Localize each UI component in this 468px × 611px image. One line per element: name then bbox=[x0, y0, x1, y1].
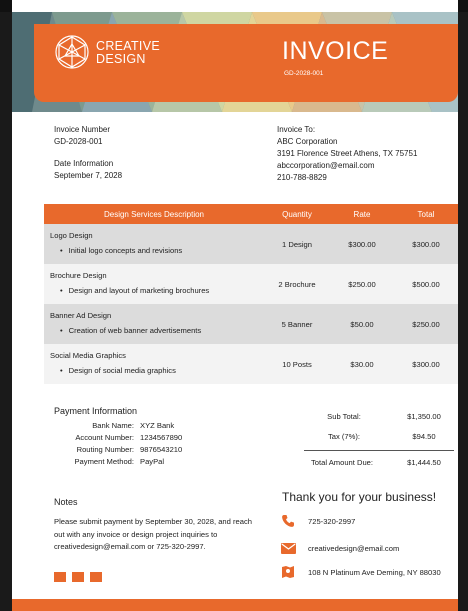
table-row: Social Media Graphics Design of social m… bbox=[44, 344, 458, 384]
contact-email: creativedesign@email.com bbox=[280, 541, 399, 555]
map-pin-icon bbox=[280, 565, 296, 579]
tax-row: Tax (7%): $94.50 bbox=[304, 426, 454, 446]
invoice-page: CREATIVE DESIGN INVOICE GD-2028-001 Invo… bbox=[12, 0, 458, 611]
header-rate: Rate bbox=[330, 204, 394, 224]
header-total: Total bbox=[394, 204, 458, 224]
payment-info-grid: Bank Name: XYZ Bank Account Number: 1234… bbox=[54, 420, 182, 468]
summary-divider bbox=[304, 450, 454, 451]
row-detail: Design of social media graphics bbox=[50, 366, 258, 375]
table-row: Banner Ad Design Creation of web banner … bbox=[44, 304, 458, 344]
payment-method-label: Payment Method: bbox=[74, 457, 134, 466]
globe-network-icon bbox=[55, 35, 89, 69]
table-row: Logo Design Initial logo concepts and re… bbox=[44, 224, 458, 264]
row-quantity: 1 Design bbox=[264, 224, 330, 264]
bill-to-company: ABC Corporation bbox=[277, 137, 338, 146]
payment-info-title: Payment Information bbox=[54, 406, 138, 416]
envelope-icon bbox=[280, 541, 296, 555]
row-detail: Initial logo concepts and revisions bbox=[50, 246, 258, 255]
contact-phone: 725-320-2997 bbox=[280, 514, 355, 528]
thank-you-message: Thank you for your business! bbox=[282, 490, 437, 504]
subtotal-label: Sub Total: bbox=[327, 411, 361, 421]
row-quantity: 5 Banner bbox=[264, 304, 330, 344]
bill-to-phone: 210-788-8829 bbox=[277, 173, 327, 182]
total-due-value: $1,444.50 bbox=[407, 458, 441, 467]
account-number-value: 1234567890 bbox=[140, 433, 183, 442]
subtotal-value: $1,350.00 bbox=[407, 411, 441, 421]
row-rate: $30.00 bbox=[330, 344, 394, 384]
header-quantity: Quantity bbox=[264, 204, 330, 224]
brand-line-2: DESIGN bbox=[96, 52, 146, 66]
tax-value: $94.50 bbox=[412, 431, 436, 441]
header-description: Design Services Description bbox=[44, 204, 264, 224]
row-total: $250.00 bbox=[394, 304, 458, 344]
contact-phone-text: 725-320-2997 bbox=[308, 516, 356, 526]
contact-address-text: 108 N Platinum Ave Deming, NY 88030 bbox=[308, 567, 441, 577]
decorative-squares bbox=[54, 572, 102, 582]
contact-address: 108 N Platinum Ave Deming, NY 88030 bbox=[280, 565, 441, 579]
payment-method-value: PayPal bbox=[140, 457, 165, 466]
footer-band bbox=[12, 599, 458, 611]
notes-body: Please submit payment by September 30, 2… bbox=[54, 517, 252, 551]
row-rate: $250.00 bbox=[330, 264, 394, 304]
table-header-row: Design Services Description Quantity Rat… bbox=[44, 204, 458, 224]
invoice-number-value: GD-2028-001 bbox=[54, 137, 103, 146]
row-title: Social Media Graphics bbox=[50, 351, 126, 360]
date-value: September 7, 2028 bbox=[54, 171, 123, 180]
row-total: $300.00 bbox=[394, 344, 458, 384]
row-title: Banner Ad Design bbox=[50, 311, 112, 320]
total-due-row: Total Amount Due: $1,444.50 bbox=[292, 458, 454, 467]
summary-block: Sub Total: $1,350.00 Tax (7%): $94.50 bbox=[304, 406, 454, 446]
bank-name-label: Bank Name: bbox=[92, 421, 134, 430]
bill-to-email: abccorporation@email.com bbox=[277, 161, 375, 170]
brand-name: CREATIVE DESIGN bbox=[96, 40, 160, 66]
bank-name-value: XYZ Bank bbox=[140, 421, 175, 430]
row-rate: $50.00 bbox=[330, 304, 394, 344]
bill-to-block: Invoice To: ABC Corporation 3191 Florenc… bbox=[277, 124, 417, 184]
contact-email-text: creativedesign@email.com bbox=[308, 543, 400, 553]
row-total: $300.00 bbox=[394, 224, 458, 264]
invoice-number-label: Invoice Number bbox=[54, 125, 111, 134]
notes-title: Notes bbox=[54, 497, 78, 507]
bill-to-address: 3191 Florence Street Athens, TX 75751 bbox=[277, 149, 418, 158]
services-table: Design Services Description Quantity Rat… bbox=[44, 204, 458, 384]
invoice-number-sub: GD-2028-001 bbox=[284, 70, 324, 77]
decor-square bbox=[54, 572, 66, 582]
table-row: Brochure Design Design and layout of mar… bbox=[44, 264, 458, 304]
date-label: Date Information bbox=[54, 159, 114, 168]
row-title: Brochure Design bbox=[50, 271, 107, 280]
row-detail: Design and layout of marketing brochures bbox=[50, 286, 258, 295]
routing-number-value: 9876543210 bbox=[140, 445, 183, 454]
row-quantity: 10 Posts bbox=[264, 344, 330, 384]
row-detail: Creation of web banner advertisements bbox=[50, 326, 258, 335]
routing-number-label: Routing Number: bbox=[76, 445, 134, 454]
row-rate: $300.00 bbox=[330, 224, 394, 264]
decor-square bbox=[72, 572, 84, 582]
invoice-info-left: Invoice Number GD-2028-001 Date Informat… bbox=[54, 124, 122, 182]
decor-square bbox=[90, 572, 102, 582]
row-quantity: 2 Brochure bbox=[264, 264, 330, 304]
total-due-label: Total Amount Due: bbox=[310, 458, 374, 467]
row-title: Logo Design bbox=[50, 231, 93, 240]
subtotal-row: Sub Total: $1,350.00 bbox=[304, 406, 454, 426]
tax-label: Tax (7%): bbox=[327, 431, 361, 441]
account-number-label: Account Number: bbox=[75, 433, 134, 442]
phone-icon bbox=[280, 514, 296, 528]
bill-to-label: Invoice To: bbox=[277, 125, 316, 134]
invoice-title: INVOICE bbox=[282, 37, 389, 65]
row-total: $500.00 bbox=[394, 264, 458, 304]
